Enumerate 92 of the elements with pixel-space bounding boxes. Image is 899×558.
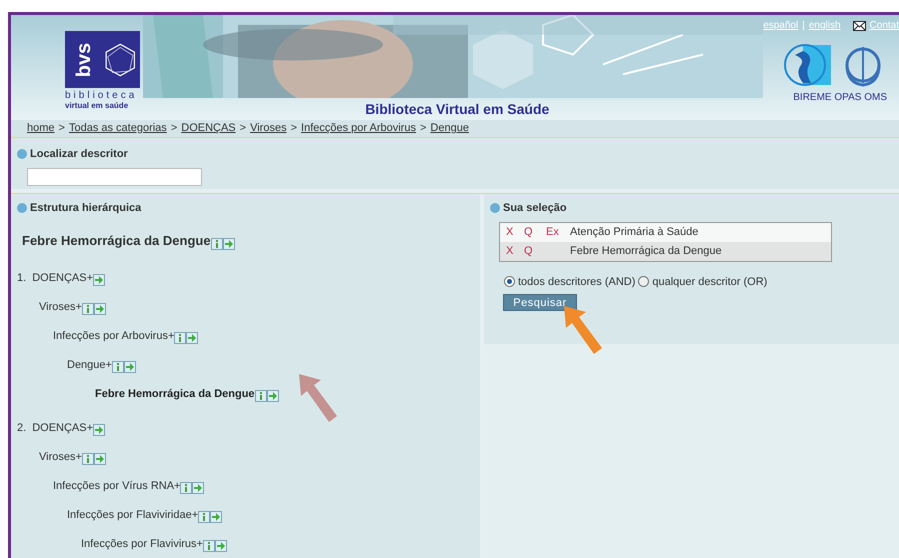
- breadcrumb-link[interactable]: Dengue: [430, 120, 469, 136]
- info-button[interactable]: [112, 361, 124, 373]
- go-button[interactable]: [222, 238, 235, 250]
- go-button[interactable]: [93, 274, 106, 286]
- go-button[interactable]: [266, 390, 279, 402]
- tree-number: 2.: [17, 420, 26, 436]
- breadcrumb-link[interactable]: Todas as categorias: [68, 120, 167, 136]
- bullet-icon: [490, 203, 500, 214]
- info-icon: [177, 334, 184, 342]
- info-icon: [206, 542, 212, 550]
- info-button[interactable]: [198, 511, 210, 523]
- arrow-icon: [216, 542, 225, 550]
- info-button[interactable]: [180, 482, 192, 494]
- go-button[interactable]: [210, 511, 222, 523]
- radio-label: qualquer descritor (OR): [652, 274, 768, 290]
- query-link[interactable]: Q: [522, 242, 546, 260]
- arrow-icon: [268, 392, 277, 400]
- info-icon: [183, 484, 190, 492]
- tree-item[interactable]: Infecções por Flavivirus+: [81, 536, 203, 552]
- bullet-icon: [17, 203, 27, 214]
- breadcrumb-link[interactable]: Viroses: [250, 120, 287, 136]
- remove-link[interactable]: X: [500, 242, 522, 260]
- arrow-icon: [224, 240, 233, 248]
- go-button[interactable]: [214, 540, 227, 552]
- breadcrumb-separator: >: [420, 121, 426, 136]
- go-button[interactable]: [124, 361, 136, 373]
- breadcrumb-link[interactable]: home: [27, 120, 55, 136]
- go-button[interactable]: [186, 332, 198, 344]
- tree-item[interactable]: Infecções por Arbovirus+: [53, 328, 174, 344]
- tree-item[interactable]: Dengue+: [67, 356, 112, 373]
- site-title: Biblioteca Virtual em Saúde: [365, 100, 550, 119]
- info-icon: [258, 392, 264, 400]
- separator: |: [802, 19, 805, 33]
- arrow-icon: [194, 484, 202, 492]
- section-title: Sua seleção: [503, 201, 567, 216]
- bullet-icon: [17, 148, 27, 159]
- tree-item[interactable]: Viroses+: [39, 448, 82, 465]
- info-icon: [84, 305, 91, 313]
- arrow-icon: [188, 334, 196, 342]
- tree-item[interactable]: Infecções por Vírus RNA+: [53, 478, 180, 494]
- arrow-icon: [96, 305, 104, 313]
- remove-link[interactable]: X: [500, 224, 522, 240]
- arrow-icon: [212, 513, 220, 521]
- breadcrumb-link[interactable]: DOENÇAS: [181, 120, 236, 136]
- arrow-icon: [95, 426, 104, 434]
- term-heading: Febre Hemorrágica da Dengue: [22, 232, 211, 250]
- logo: bvs: [65, 31, 140, 88]
- info-icon: [84, 455, 91, 463]
- arrow-icon: [126, 363, 134, 371]
- info-button[interactable]: [82, 303, 94, 315]
- search-button[interactable]: Pesquisar: [503, 294, 577, 311]
- pointer-arrow: [297, 372, 339, 424]
- org-names: BIREME OPAS OMS: [793, 91, 887, 105]
- breadcrumb-separator: >: [58, 121, 65, 136]
- breadcrumb-separator: >: [290, 121, 298, 136]
- go-button[interactable]: [94, 303, 106, 315]
- table-cell-text: Atenção Primária à Saúde: [570, 224, 698, 240]
- globe-icon: [783, 43, 833, 88]
- query-link[interactable]: Q: [522, 224, 546, 240]
- info-button[interactable]: [202, 540, 215, 552]
- info-icon: [114, 363, 121, 371]
- mail-icon: [852, 20, 866, 30]
- info-button[interactable]: [82, 453, 94, 465]
- search-field[interactable]: [27, 168, 202, 186]
- arrow-icon: [95, 276, 104, 284]
- table-cell-text: Febre Hemorrágica da Dengue: [570, 244, 722, 259]
- tree-number: 1.: [17, 270, 26, 286]
- logo-line: biblioteca: [65, 90, 138, 101]
- section-title: Localizar descritor: [30, 146, 128, 162]
- info-icon: [214, 240, 220, 248]
- go-button[interactable]: [93, 424, 106, 436]
- explode-link[interactable]: Ex: [546, 226, 559, 238]
- tree-item[interactable]: Infecções por Flaviviridae+: [67, 506, 198, 523]
- info-button[interactable]: [210, 238, 223, 250]
- radio-button[interactable]: [638, 276, 650, 288]
- tree-item[interactable]: Febre Hemorrágica da Dengue: [95, 386, 255, 402]
- breadcrumb-separator: >: [170, 121, 178, 136]
- info-button[interactable]: [174, 332, 186, 344]
- arrow-icon: [96, 455, 104, 463]
- radio-button[interactable]: [504, 276, 515, 288]
- tree-item[interactable]: DOENÇAS+: [32, 420, 94, 436]
- breadcrumb-separator: >: [240, 121, 246, 136]
- go-button[interactable]: [94, 453, 106, 465]
- info-icon: [201, 513, 208, 521]
- radio-label: todos descritores (AND): [518, 274, 636, 290]
- tree-item[interactable]: Viroses+: [39, 298, 82, 315]
- breadcrumb-link[interactable]: Infecções por Arbovirus: [301, 120, 416, 136]
- tree-item[interactable]: DOENÇAS+: [32, 270, 94, 286]
- section-title: Estrutura hierárquica: [30, 201, 142, 216]
- info-button[interactable]: [254, 390, 267, 402]
- go-button[interactable]: [192, 482, 204, 494]
- logo-line: virtual em saúde: [65, 101, 130, 110]
